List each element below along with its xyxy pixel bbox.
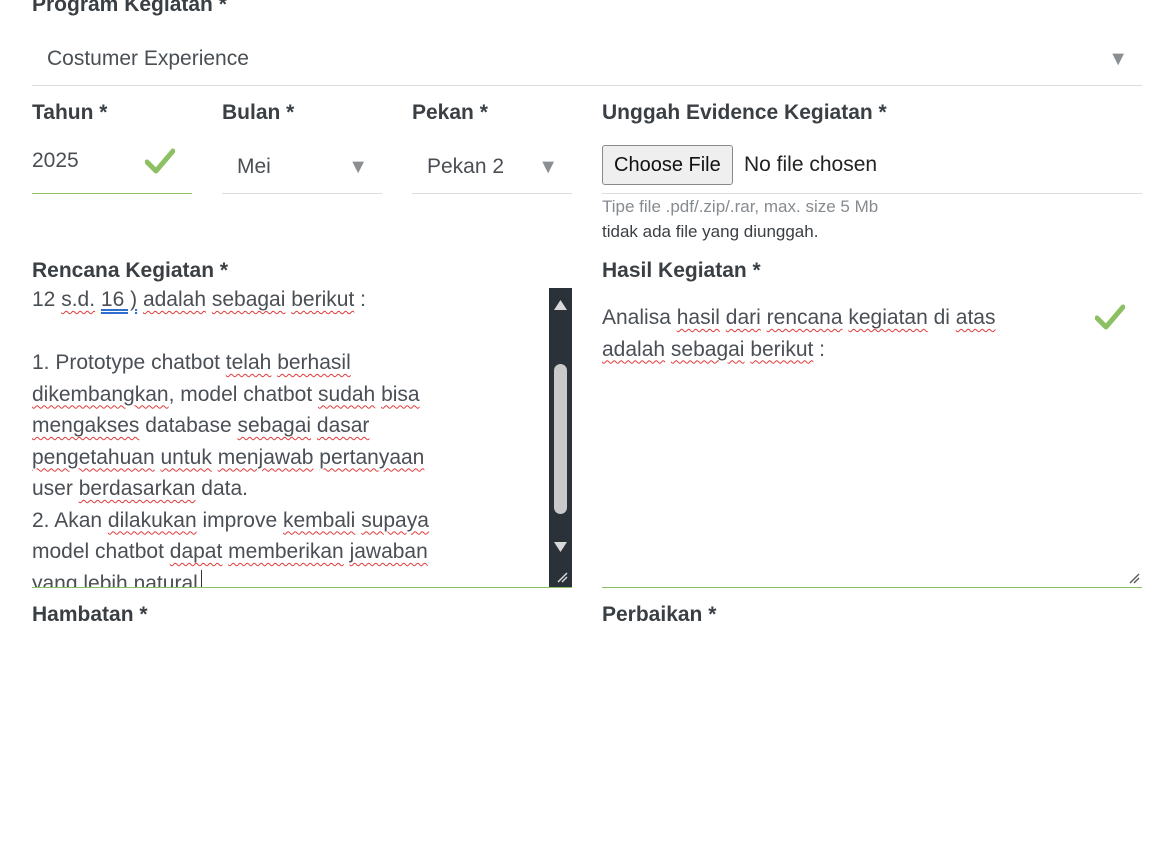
text-line: user berdasarkan data.: [32, 473, 532, 505]
misspelled-word: sebagai: [670, 337, 745, 361]
misspelled-word: kegiatan: [848, 306, 928, 329]
misspelled-word: bisa: [381, 382, 420, 406]
misspelled-word: rencana: [766, 306, 843, 329]
text-line: mengakses database sebagai dasar: [32, 410, 532, 442]
checkmark-icon: [145, 148, 175, 174]
rencana-text: 12 s.d. 16 ) adalah sebagai berikut : 1. …: [32, 288, 532, 588]
misspelled-word: sudah: [318, 382, 376, 406]
text-segment: 2. Akan: [32, 508, 108, 532]
text-segment: 12: [32, 288, 62, 311]
misspelled-word: berhasil: [277, 351, 351, 374]
rencana-label: Rencana Kegiatan *: [32, 259, 229, 282]
text-line: adalah sebagai berikut :: [602, 334, 1082, 366]
misspelled-word: dilakukan: [107, 508, 197, 532]
text-segment: database: [139, 414, 238, 437]
text-caret: [200, 569, 202, 587]
misspelled-word: supaya: [361, 508, 429, 532]
file-hint: Tipe file .pdf/.zip/.rar, max. size 5 Mb: [602, 197, 879, 216]
misspelled-word: dasar: [316, 414, 370, 437]
text-segment: model chatbot: [32, 540, 170, 563]
misspelled-word: berikut: [750, 337, 814, 361]
misspelled-word: menjawab: [217, 445, 314, 469]
pekan-value: Pekan 2: [427, 155, 505, 178]
misspelled-word: hasil: [676, 306, 720, 329]
program-value: Costumer Experience: [47, 47, 249, 70]
scroll-down-arrow-icon[interactable]: [553, 541, 568, 553]
hasil-label: Hasil Kegiatan *: [602, 259, 761, 282]
hambatan-label: Hambatan *: [32, 603, 148, 626]
misspelled-word: sebagai: [211, 288, 286, 311]
text-segment: user: [32, 477, 79, 500]
file-note: tidak ada file yang diunggah.: [602, 222, 819, 241]
text-segment: di: [927, 306, 956, 329]
misspelled-word: mengakses: [32, 414, 140, 437]
misspelled-word: adalah: [142, 288, 206, 311]
text-segment: , model chatbot: [168, 382, 319, 406]
evidence-file-field: Choose File No file chosen: [602, 140, 1142, 194]
misspelled-word: jawaban: [349, 540, 428, 563]
misspelled-word: kembali: [282, 508, 356, 532]
hasil-textarea[interactable]: Analisa hasil dari rencana kegiatan di a…: [602, 288, 1142, 588]
program-select[interactable]: Costumer Experience ▼: [32, 34, 1142, 86]
text-line: 1. Prototype chatbot telah berhasil: [32, 347, 532, 379]
grammar-flag: 16 ): [100, 288, 138, 311]
text-segment: Analisa: [602, 306, 677, 329]
misspelled-word: dapat: [169, 540, 223, 563]
text-line: pengetahuan untuk menjawab pertanyaan: [32, 442, 532, 474]
misspelled-word: untuk: [160, 445, 212, 469]
text-segment: 1. Prototype chatbot: [32, 351, 226, 374]
text-segment: :: [813, 337, 826, 361]
scrollbar-thumb[interactable]: [554, 364, 567, 514]
triangle-down-icon: ▼: [1108, 48, 1128, 70]
text-line: model chatbot dapat memberikan jawaban: [32, 536, 532, 568]
tahun-label: Tahun *: [32, 101, 108, 124]
text-line: 2. Akan dilakukan improve kembali supaya: [32, 505, 532, 537]
misspelled-word: berdasarkan: [78, 477, 196, 500]
choose-file-button[interactable]: Choose File: [602, 145, 733, 185]
file-status: No file chosen: [744, 153, 878, 176]
text-line: Analisa hasil dari rencana kegiatan di a…: [602, 302, 1082, 334]
text-segment: :: [354, 288, 366, 311]
text-segment: improve: [196, 508, 283, 532]
text-segment: data.: [195, 477, 248, 500]
text-line: [32, 316, 532, 348]
misspelled-word: berikut: [291, 288, 355, 311]
bulan-label: Bulan *: [222, 101, 295, 124]
pekan-select[interactable]: Pekan 2 ▼: [412, 140, 572, 194]
misspelled-word: sebagai: [237, 414, 312, 437]
misspelled-word: pertanyaan: [319, 445, 425, 469]
misspelled-word: telah: [225, 351, 272, 374]
rencana-textarea[interactable]: 12 s.d. 16 ) adalah sebagai berikut : 1. …: [32, 288, 572, 588]
bulan-value: Mei: [237, 155, 271, 178]
misspelled-word: pengetahuan: [32, 445, 155, 469]
misspelled-word: dari: [725, 306, 761, 329]
hasil-text: Analisa hasil dari rencana kegiatan di a…: [602, 302, 1082, 365]
text-line: yang lebih natural: [32, 568, 532, 588]
tahun-value: 2025: [32, 149, 79, 172]
text-line: dikembangkan, model chatbot sudah bisa: [32, 379, 532, 411]
text-line: 12 s.d. 16 ) adalah sebagai berikut :: [32, 288, 532, 316]
rencana-scrollbar[interactable]: [549, 288, 572, 565]
perbaikan-label: Perbaikan *: [602, 603, 717, 626]
program-label: Program Kegiatan *: [32, 0, 227, 16]
misspelled-word: atas: [955, 306, 996, 329]
resize-grip-icon[interactable]: [1128, 572, 1140, 584]
checkmark-icon: [1095, 304, 1125, 330]
text-segment: yang lebih natural: [32, 571, 198, 588]
resize-grip-icon[interactable]: [549, 565, 572, 587]
pekan-label: Pekan *: [412, 101, 488, 124]
bulan-select[interactable]: Mei ▼: [222, 140, 382, 194]
misspelled-word: memberikan: [228, 540, 344, 563]
misspelled-word: dikembangkan: [32, 382, 169, 406]
tahun-input[interactable]: 2025: [32, 140, 192, 194]
misspelled-word: s.d.: [61, 288, 96, 311]
triangle-down-icon: ▼: [348, 156, 368, 178]
misspelled-word: adalah: [602, 337, 666, 361]
scroll-up-arrow-icon[interactable]: [553, 299, 568, 311]
evidence-label: Unggah Evidence Kegiatan *: [602, 101, 887, 124]
triangle-down-icon: ▼: [538, 156, 558, 178]
